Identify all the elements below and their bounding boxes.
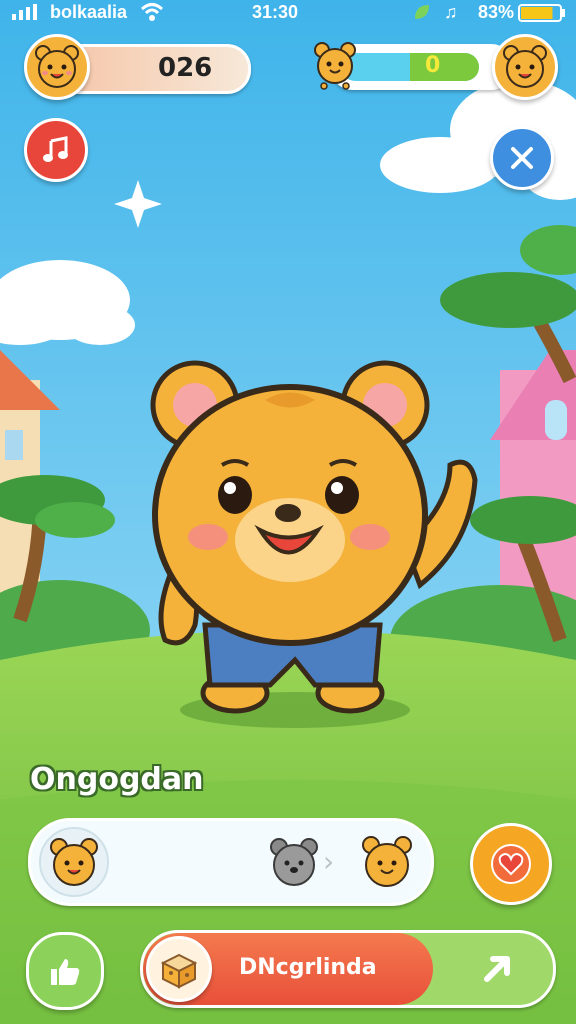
close-icon: [511, 147, 533, 169]
bear-badge-icon: [312, 40, 358, 94]
friend-avatar[interactable]: [492, 34, 558, 100]
alarm-icon: ♫: [444, 2, 458, 22]
music-note-icon: [43, 136, 68, 162]
player-avatar[interactable]: [24, 34, 90, 100]
golden-bear-icon[interactable]: [359, 835, 415, 895]
bear-cub-icon: [50, 838, 98, 886]
carrier-name: bolkaalia: [50, 2, 128, 22]
close-button[interactable]: [490, 126, 554, 190]
progress-fill: [410, 53, 479, 81]
music-button[interactable]: [24, 118, 88, 182]
chevron-right-icon: ›: [323, 845, 335, 878]
clock: 31:30: [252, 2, 299, 22]
battery-percent: 83%: [478, 2, 515, 22]
leaf-icon: [412, 2, 432, 27]
progress-value: 0: [425, 53, 441, 78]
arrow-right-icon: [479, 949, 519, 993]
action-label: DNcgrlinda: [239, 955, 377, 980]
evolution-stage-current[interactable]: [39, 827, 109, 897]
gift-box-button[interactable]: [146, 936, 212, 1002]
character-name: Ongogdan: [30, 762, 204, 797]
like-button[interactable]: [26, 932, 104, 1010]
status-bar: bolkaalia 31:30 ♫ 83%: [0, 0, 576, 26]
evolution-bar: ›: [28, 818, 434, 906]
bear-face-icon: [35, 45, 79, 88]
score-value: 026: [158, 53, 213, 83]
heart-icon: [491, 844, 531, 884]
signal-icon: [12, 4, 42, 25]
gray-bear-icon[interactable]: [267, 837, 321, 895]
progress-track: [341, 53, 479, 81]
heart-button[interactable]: [470, 823, 552, 905]
wifi-icon: [140, 2, 164, 27]
bear-character[interactable]: [150, 355, 480, 715]
bear-face-icon: [503, 45, 547, 88]
battery-icon: [518, 4, 566, 27]
thumbs-up-icon: [51, 959, 80, 985]
gift-box-icon: [160, 953, 198, 989]
